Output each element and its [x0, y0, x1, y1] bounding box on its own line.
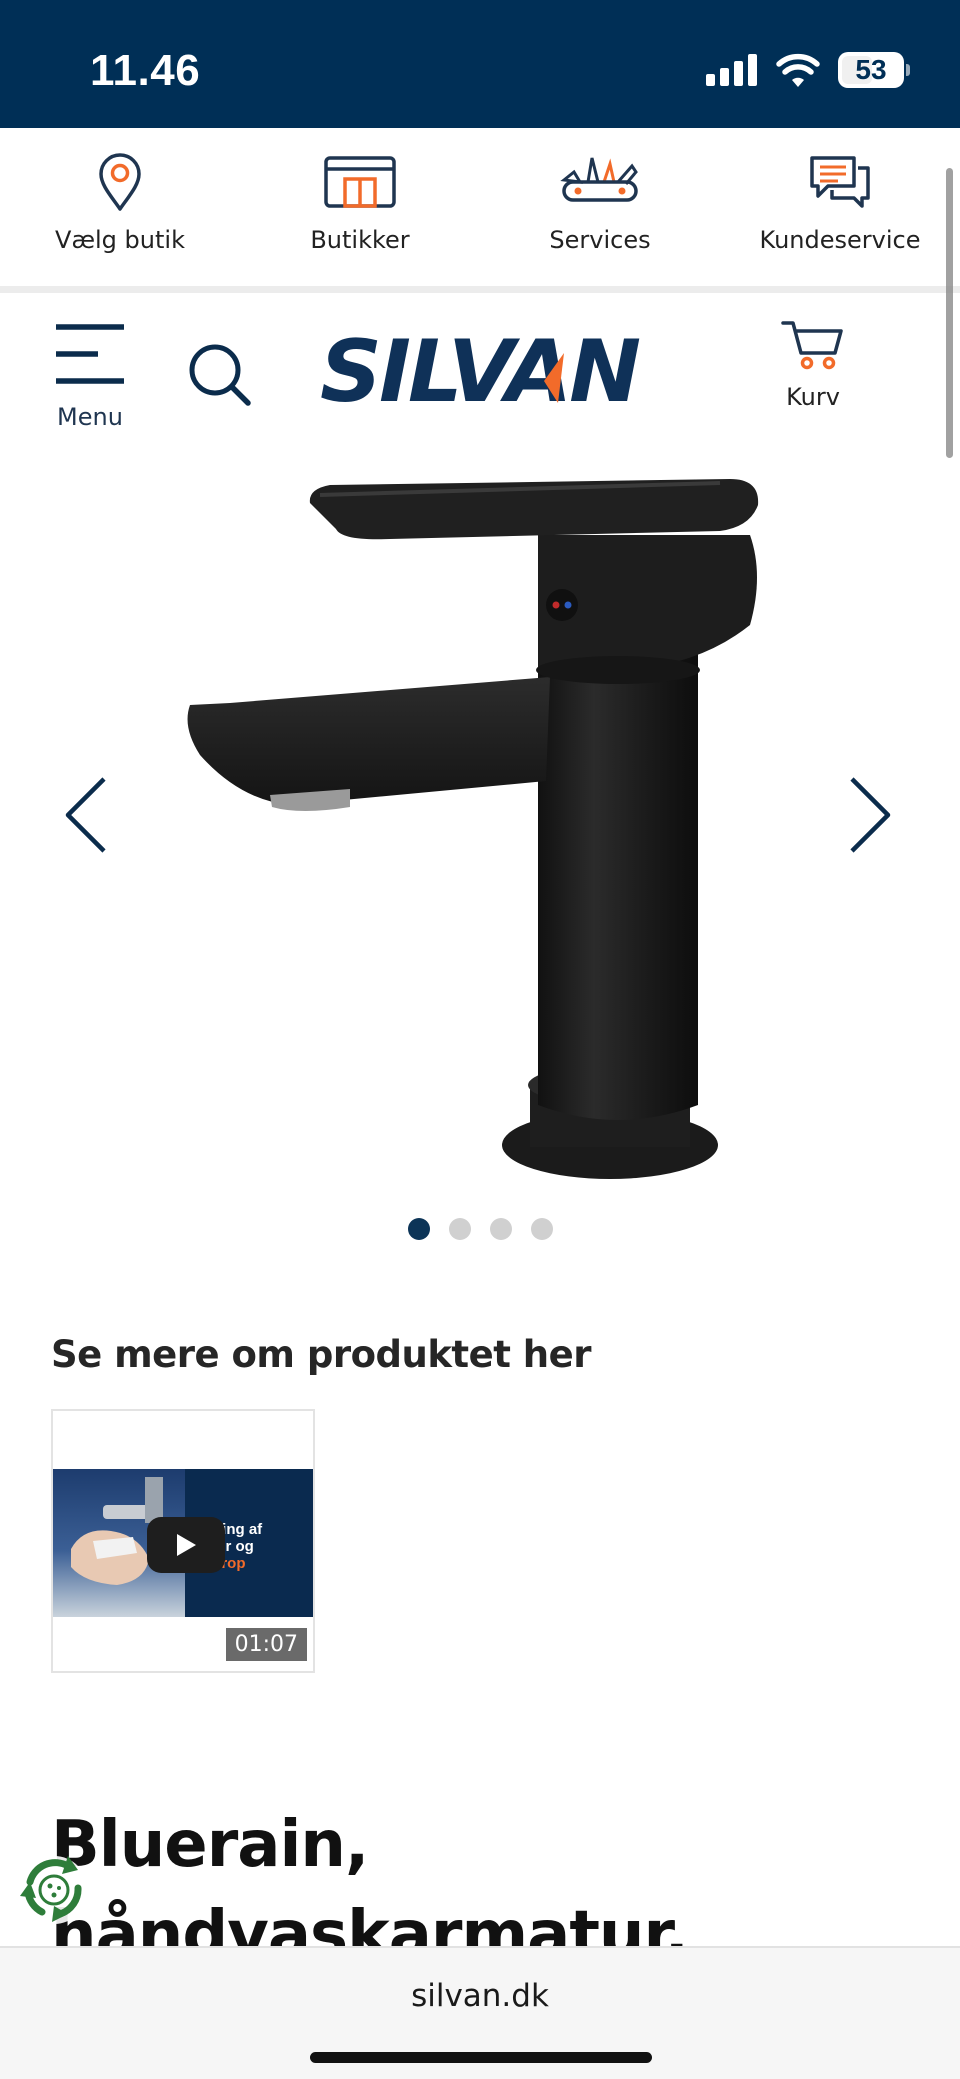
product-image-faucet[interactable] [160, 465, 800, 1209]
video-duration: 01:07 [225, 1628, 307, 1661]
url-field[interactable]: silvan.dk [0, 1978, 960, 2014]
status-time: 11.46 [90, 46, 201, 95]
search-icon [189, 344, 251, 406]
silvan-wordmark: SILVAN [320, 322, 643, 422]
menu-label: Menu [57, 403, 123, 431]
service-label: Kundeservice [759, 226, 921, 254]
service-label: Services [549, 226, 651, 254]
video-thumbnail[interactable]: tering af atur og dprop 01:07 [51, 1409, 315, 1673]
storefront-icon [324, 156, 396, 208]
carousel-dot[interactable] [490, 1218, 512, 1240]
service-nav: Vælg butik Butikker Services Kundeservic… [0, 128, 960, 288]
video-frame: tering af atur og dprop [53, 1469, 313, 1617]
service-item-choose-store[interactable]: Vælg butik [0, 128, 240, 288]
battery-level: 53 [855, 54, 887, 85]
location-pin-icon [99, 153, 141, 211]
browser-address-bar: silvan.dk [0, 1946, 960, 2079]
battery-icon: 53 [838, 52, 904, 88]
status-icons: 53 [706, 52, 910, 88]
multitool-icon [560, 157, 638, 202]
hamburger-icon [56, 324, 124, 384]
product-title: Bluerain, håndvaskarmatur, Pinaki, [51, 1808, 689, 1950]
carousel-prev-button[interactable] [64, 775, 108, 859]
search-button[interactable] [188, 343, 252, 411]
carousel-dot[interactable] [408, 1218, 430, 1240]
home-indicator[interactable] [310, 2052, 652, 2063]
recycle-badge[interactable] [16, 1852, 92, 1932]
site-header: Menu SILVAN Kurv [0, 293, 960, 443]
cart-label: Kurv [786, 383, 840, 411]
service-item-stores[interactable]: Butikker [240, 128, 480, 288]
menu-button[interactable]: Menu [50, 323, 130, 431]
play-icon [177, 1534, 196, 1556]
chat-bubbles-icon [810, 156, 870, 208]
wifi-icon [776, 53, 820, 87]
chevron-right-icon [850, 777, 891, 853]
carousel-dots [408, 1218, 553, 1240]
cart-button[interactable]: Kurv [770, 317, 856, 411]
signal-icon [706, 54, 757, 86]
chevron-left-icon [65, 777, 106, 853]
carousel-next-button[interactable] [848, 775, 892, 859]
silvan-logo[interactable]: SILVAN [318, 322, 644, 422]
svg-text:SILVAN: SILVAN [320, 329, 640, 409]
service-item-customer-service[interactable]: Kundeservice [720, 128, 960, 288]
service-label: Vælg butik [55, 226, 185, 254]
divider [0, 286, 960, 293]
recycle-icon [20, 1856, 88, 1924]
carousel-dot[interactable] [531, 1218, 553, 1240]
service-item-services[interactable]: Services [480, 128, 720, 288]
cart-icon [781, 321, 843, 370]
video-section-heading: Se mere om produktet her [51, 1333, 591, 1376]
carousel-dot[interactable] [449, 1218, 471, 1240]
faucet-image [187, 479, 759, 1179]
service-label: Butikker [310, 226, 410, 254]
status-bar: 11.46 53 [0, 0, 960, 128]
play-button[interactable] [147, 1517, 225, 1573]
